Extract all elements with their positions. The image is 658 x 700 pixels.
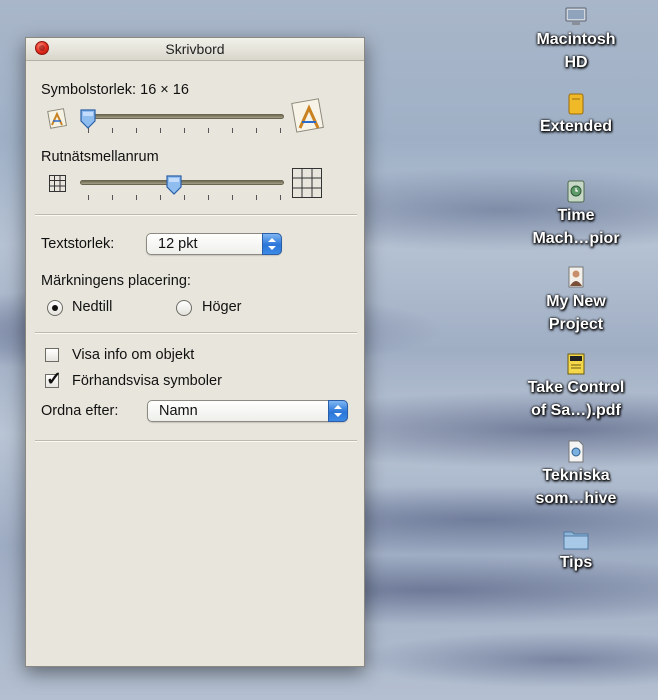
external-drive-icon: [568, 93, 584, 115]
desktop-icon-macintosh-hd[interactable]: Macintosh HD: [511, 6, 641, 74]
pdf-file-icon: [567, 353, 585, 375]
desktop-icon-time-machine[interactable]: Time Mach…pior: [511, 180, 641, 250]
desktop-icon-label: som…hive: [535, 490, 617, 507]
desktop-icon-label: Extended: [539, 118, 612, 135]
project-file-icon: [568, 266, 584, 288]
desktop-icon-my-new-project[interactable]: My New Project: [511, 266, 641, 336]
desktop-icon-label: Take Control: [527, 379, 625, 396]
desktop-icon-label: My New: [546, 293, 606, 310]
desktop-icon-label: Mach…pior: [532, 230, 620, 247]
desktop-icon-label: Time: [557, 207, 595, 224]
desktop: Macintosh HD Extended Time Mach…pior My …: [0, 0, 658, 700]
desktop-icon-tekniska[interactable]: Tekniska som…hive: [511, 440, 641, 510]
archive-file-icon: [568, 440, 584, 463]
desktop-icon-label: Tekniska: [542, 467, 610, 484]
desktop-icon-label: HD: [564, 54, 588, 71]
desktop-icon-take-control-pdf[interactable]: Take Control of Sa…).pdf: [511, 352, 641, 422]
desktop-icon-label: Project: [548, 316, 604, 333]
desktop-icon-tips[interactable]: Tips: [511, 527, 641, 574]
desktop-icon-extended[interactable]: Extended: [511, 93, 641, 138]
time-machine-drive-icon: [567, 180, 585, 203]
desktop-icon-label: of Sa…).pdf: [531, 402, 621, 419]
hard-drive-icon: [565, 7, 587, 25]
desktop-icon-label: Macintosh: [536, 31, 616, 48]
desktop-icon-label: Tips: [559, 554, 593, 571]
folder-icon: [563, 531, 589, 550]
